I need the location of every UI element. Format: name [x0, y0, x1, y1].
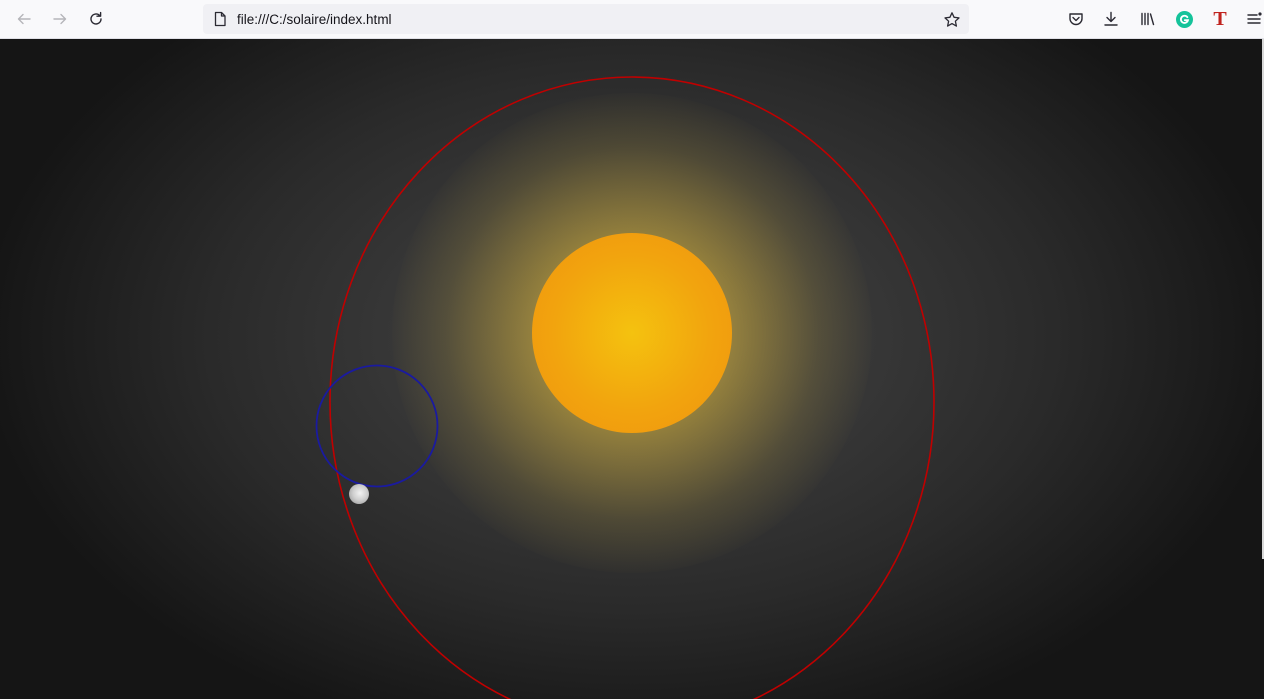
reload-icon — [90, 11, 102, 25]
hamburger-menu-icon — [1246, 12, 1262, 24]
library-button[interactable] — [1135, 6, 1161, 32]
moon-orbit — [315, 364, 439, 488]
menu-button[interactable] — [1243, 6, 1264, 32]
planet-orbit — [329, 76, 935, 699]
browser-toolbar: file:///C:/solaire/index.html T — [0, 0, 1264, 39]
url-text[interactable]: file:///C:/solaire/index.html — [237, 4, 392, 34]
bookmark-button[interactable] — [941, 9, 963, 31]
moon — [349, 484, 369, 504]
downloads-button[interactable] — [1098, 6, 1124, 32]
tfont-button[interactable]: T — [1207, 6, 1233, 32]
star-icon — [944, 12, 960, 27]
pocket-icon — [1069, 13, 1083, 26]
grammarly-icon — [1175, 10, 1193, 28]
library-icon — [1141, 12, 1155, 26]
pocket-button[interactable] — [1063, 6, 1089, 32]
forward-button[interactable] — [47, 6, 73, 32]
page-viewport — [0, 39, 1264, 699]
orbit-layer — [315, 76, 935, 699]
grammarly-button[interactable] — [1171, 6, 1197, 32]
arrow-left-icon — [17, 13, 31, 25]
back-button[interactable] — [11, 6, 37, 32]
url-bar[interactable]: file:///C:/solaire/index.html — [203, 4, 969, 34]
reload-button[interactable] — [83, 6, 109, 32]
download-icon — [1104, 11, 1118, 26]
arrow-right-icon — [53, 13, 67, 25]
font-t-icon: T — [1213, 8, 1227, 30]
page-icon — [214, 11, 226, 27]
